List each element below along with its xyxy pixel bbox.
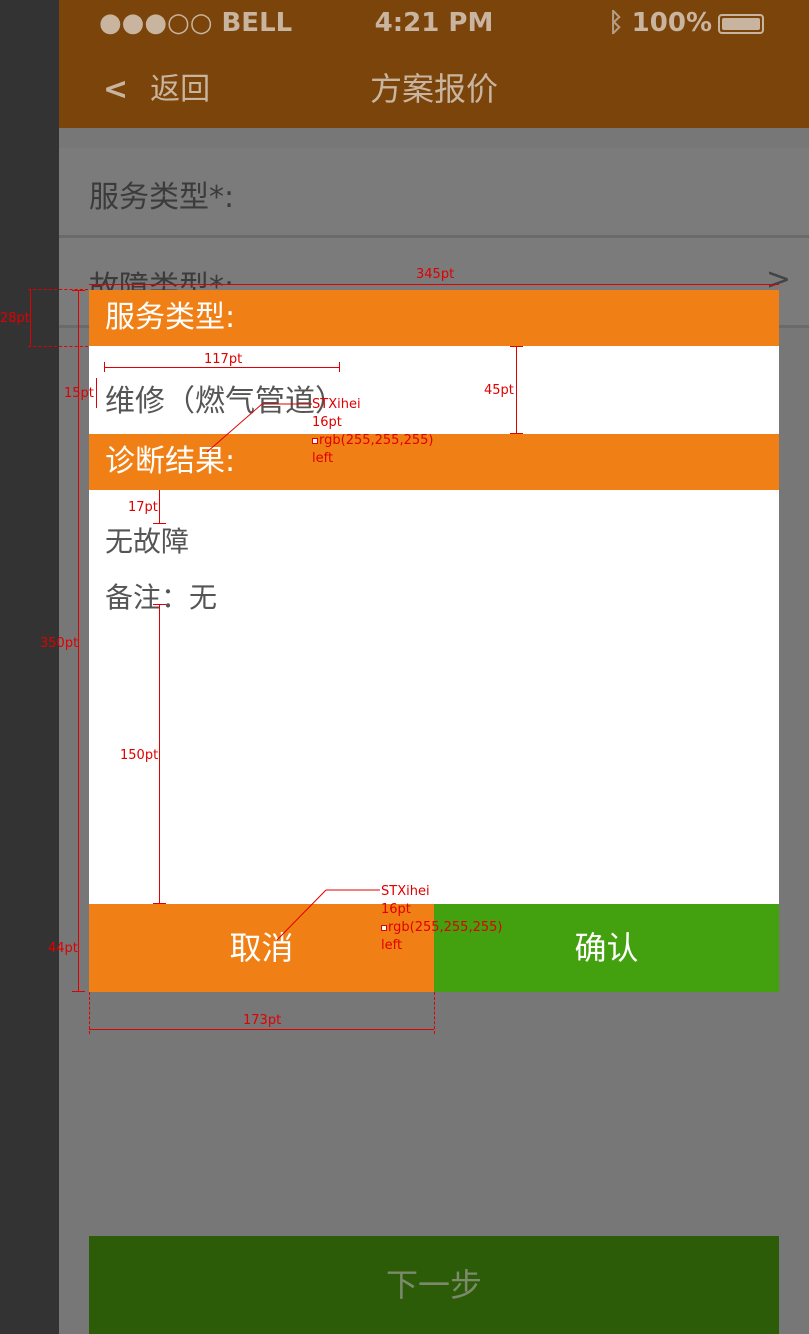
button-height-label: 44pt xyxy=(48,941,78,956)
service-type-header: 服务类型: xyxy=(89,290,779,346)
navigation-bar: < 返回 方案报价 xyxy=(59,44,809,128)
result-gap-line xyxy=(159,490,160,524)
header-bottom-guide xyxy=(28,346,88,347)
font-spec-2-align: left xyxy=(381,938,403,953)
service-width-tick-right xyxy=(339,362,340,372)
next-step-button[interactable]: 下一步 xyxy=(89,1236,779,1334)
color-swatch-icon xyxy=(312,437,318,444)
font-spec-2-name: STXihei xyxy=(381,884,430,899)
width-total-label: 345pt xyxy=(416,267,455,282)
width-dimension-line xyxy=(89,284,779,285)
diagnosis-result-value: 无故障 xyxy=(105,525,190,558)
font-spec-1-color-row: rgb(255,255,255) xyxy=(312,432,433,450)
font-spec-1-name: STXihei xyxy=(312,397,361,412)
left-dark-strip xyxy=(0,0,59,1334)
font-spec-2-color: rgb(255,255,255) xyxy=(388,920,503,935)
header-height-line xyxy=(30,289,31,346)
result-gap-label: 17pt xyxy=(128,500,158,515)
font-spec-1: STXihei 16pt rgb(255,255,255) left xyxy=(312,396,433,468)
note-gap-tick-bottom xyxy=(153,903,166,904)
font-spec-leader-2 xyxy=(276,889,380,941)
service-type-row[interactable]: 服务类型*: xyxy=(59,148,809,238)
service-type-label: 服务类型*: xyxy=(89,180,235,215)
color-swatch-icon xyxy=(381,924,387,931)
battery-percent: 100% xyxy=(631,8,712,38)
bluetooth-icon: ᛒ xyxy=(608,8,624,38)
result-gap-tick xyxy=(153,523,166,524)
font-spec-leader-1 xyxy=(206,403,312,453)
font-spec-2-color-row: rgb(255,255,255) xyxy=(381,919,502,937)
note-gap-line xyxy=(159,604,160,904)
dialog-height-tick-top xyxy=(72,290,85,291)
dialog-height-label: 350pt xyxy=(40,636,79,651)
page-title: 方案报价 xyxy=(369,70,498,108)
note-gap-label: 150pt xyxy=(120,748,159,763)
status-bar: ●●●○○ BELL 4:21 PM ᛒ 100% xyxy=(59,0,809,44)
diagnosis-result-header: 诊断结果: xyxy=(89,434,779,490)
font-spec-2: STXihei 16pt rgb(255,255,255) left xyxy=(381,883,502,955)
service-top-line xyxy=(96,378,97,408)
button-width-guide-left xyxy=(89,992,90,1034)
header-height-label: 28pt xyxy=(0,311,30,326)
font-spec-1-color: rgb(255,255,255) xyxy=(319,433,434,448)
battery-status: ᛒ 100% xyxy=(608,8,764,38)
font-spec-2-size: 16pt xyxy=(381,902,411,917)
note-text: 备注：无 xyxy=(105,581,218,614)
font-spec-1-align: left xyxy=(312,451,334,466)
service-block-tick-top xyxy=(510,346,523,347)
service-block-line xyxy=(516,346,517,434)
service-block-tick-bottom xyxy=(510,433,523,434)
dialog-height-tick-bottom xyxy=(72,991,85,992)
font-spec-1-size: 16pt xyxy=(312,415,342,430)
service-width-tick-left xyxy=(104,362,105,372)
button-width-guide-right xyxy=(434,992,435,1034)
button-width-label: 173pt xyxy=(243,1013,282,1028)
service-block-label: 45pt xyxy=(484,383,514,398)
note-gap-tick-top xyxy=(153,604,166,605)
battery-icon xyxy=(718,13,764,34)
service-width-label: 117pt xyxy=(204,352,243,367)
